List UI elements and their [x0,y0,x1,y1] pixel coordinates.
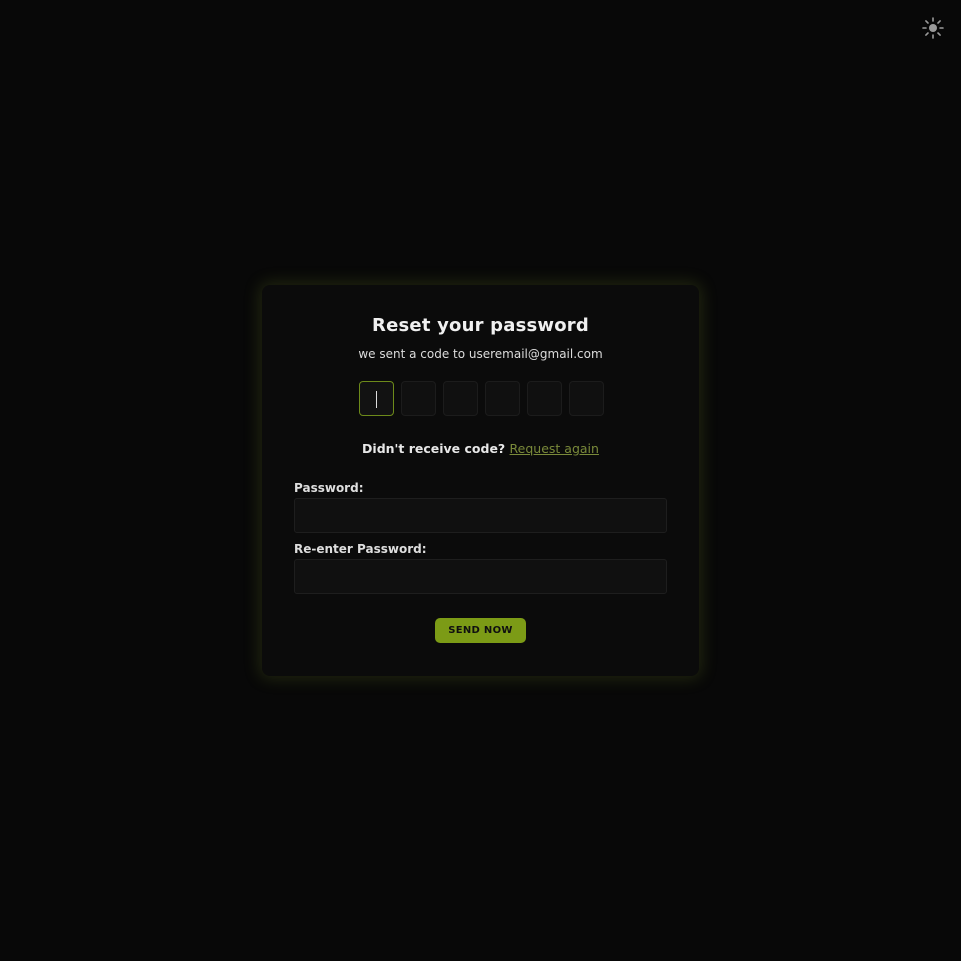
otp-digit-6[interactable] [569,381,604,416]
sun-icon [922,17,944,39]
resend-prompt-text: Didn't receive code? [362,441,506,456]
otp-digit-5[interactable] [527,381,562,416]
theme-toggle-button[interactable] [921,16,945,40]
reset-password-card: Reset your password we sent a code to us… [262,285,699,676]
otp-digit-2[interactable] [401,381,436,416]
page-title: Reset your password [372,315,589,336]
confirm-password-label: Re-enter Password: [294,542,427,556]
resend-prompt: Didn't receive code? Request again [262,441,699,456]
password-label: Password: [294,481,364,495]
otp-code-inputs [359,381,604,416]
send-now-button[interactable]: SEND NOW [435,618,526,643]
password-field[interactable] [294,498,667,533]
otp-digit-1[interactable] [359,381,394,416]
code-sent-message: we sent a code to useremail@gmail.com [358,347,603,361]
otp-digit-4[interactable] [485,381,520,416]
confirm-password-field[interactable] [294,559,667,594]
text-caret [376,391,377,408]
otp-digit-3[interactable] [443,381,478,416]
request-again-link[interactable]: Request again [510,441,599,456]
